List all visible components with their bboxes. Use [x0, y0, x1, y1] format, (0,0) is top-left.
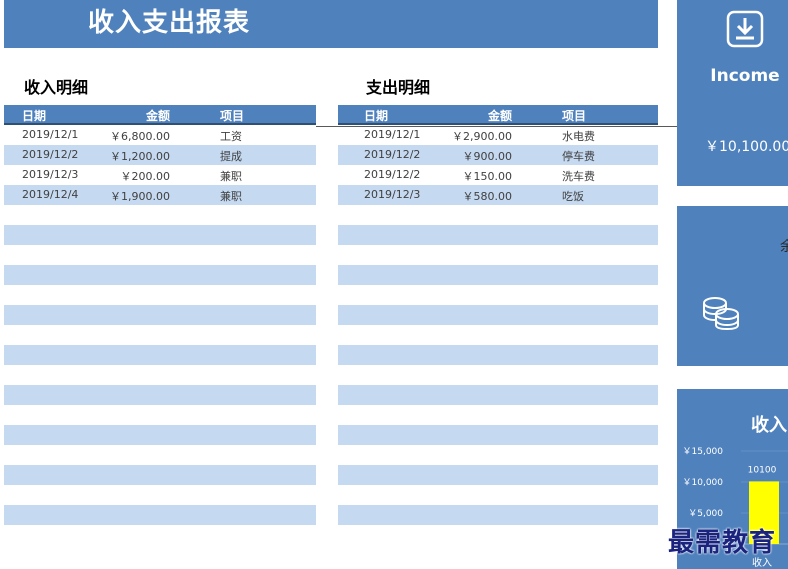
income-table-header: 日期 金额 项目	[4, 105, 316, 125]
expense-table: 日期 金额 项目 2019/12/1 ￥2,900.00 水电费 2019/12/2 ￥…	[338, 105, 658, 545]
table-row[interactable]	[4, 285, 316, 305]
cell-amount: ￥900.00	[462, 150, 513, 163]
table-row[interactable]	[338, 245, 658, 265]
y-tick-label: ￥10,000	[683, 478, 724, 488]
table-row[interactable]: 2019/12/3 ￥580.00 吃饭	[338, 185, 658, 205]
table-row[interactable]	[4, 245, 316, 265]
watermark-text: 最需教育	[668, 528, 777, 558]
cell-date: 2019/12/4	[22, 188, 79, 201]
cell-date: 2019/12/3	[364, 188, 421, 201]
table-row[interactable]	[338, 445, 658, 465]
table-row[interactable]: 2019/12/2 ￥1,200.00 提成	[4, 145, 316, 165]
table-row[interactable]	[4, 505, 316, 525]
column-header-date[interactable]: 日期	[364, 107, 388, 124]
column-header-item[interactable]: 项目	[562, 107, 586, 124]
column-header-amount[interactable]: 金额	[84, 107, 170, 124]
expense-table-body: 2019/12/1 ￥2,900.00 水电费 2019/12/2 ￥900.00 停车费…	[338, 125, 658, 545]
coins-icon	[703, 297, 739, 330]
table-row[interactable]	[4, 265, 316, 285]
cell-item: 水电费	[562, 130, 595, 143]
cell-item: 洗车费	[562, 170, 595, 183]
income-card-value: ￥10,100.00	[705, 139, 788, 155]
table-row[interactable]	[338, 305, 658, 325]
cell-item: 停车费	[562, 150, 595, 163]
table-row[interactable]	[338, 365, 658, 385]
table-row[interactable]	[338, 345, 658, 365]
income-table-body: 2019/12/1 ￥6,800.00 工资 2019/12/2 ￥1,200.00 提成…	[4, 125, 316, 545]
column-header-date[interactable]: 日期	[22, 107, 46, 124]
expense-section-title: 支出明细	[366, 78, 431, 97]
table-row[interactable]	[338, 465, 658, 485]
table-row[interactable]	[338, 265, 658, 285]
cell-item: 工资	[220, 130, 242, 143]
report-title-bar: 收入支出报表	[4, 0, 658, 48]
table-row[interactable]: 2019/12/2 ￥150.00 洗车费	[338, 165, 658, 185]
cell-date: 2019/12/2	[364, 148, 421, 161]
table-row[interactable]	[4, 225, 316, 245]
income-summary-card[interactable]: Income ￥10,100.00	[677, 0, 788, 186]
cell-amount: ￥1,200.00	[110, 150, 170, 163]
table-row[interactable]	[338, 205, 658, 225]
cell-item: 兼职	[220, 170, 242, 183]
expense-table-header: 日期 金额 项目	[338, 105, 658, 125]
table-row[interactable]	[4, 485, 316, 505]
cell-item: 提成	[220, 150, 242, 163]
table-row[interactable]	[338, 325, 658, 345]
y-tick-label: ￥5,000	[688, 509, 723, 519]
table-row[interactable]: 2019/12/3 ￥200.00 兼职	[4, 165, 316, 185]
table-row[interactable]	[338, 285, 658, 305]
column-header-item[interactable]: 项目	[220, 107, 244, 124]
table-row[interactable]	[338, 525, 658, 545]
cell-amount: ￥200.00	[120, 170, 171, 183]
table-row[interactable]	[4, 405, 316, 425]
table-row[interactable]	[4, 205, 316, 225]
income-table: 日期 金额 项目 2019/12/1 ￥6,800.00 工资 2019/12/2 ￥1…	[4, 105, 316, 545]
table-row[interactable]	[4, 365, 316, 385]
y-tick-label: ￥15,000	[683, 447, 724, 457]
download-icon	[726, 10, 764, 48]
chart-data-label: 10100	[748, 465, 777, 475]
column-header-amount[interactable]: 金额	[426, 107, 512, 124]
cell-date: 2019/12/1	[22, 128, 79, 141]
cell-amount: ￥150.00	[462, 170, 513, 183]
table-row[interactable]	[4, 345, 316, 365]
table-row[interactable]	[338, 225, 658, 245]
report-title: 收入支出报表	[88, 8, 251, 38]
cell-date: 2019/12/1	[364, 128, 421, 141]
table-row[interactable]	[338, 425, 658, 445]
table-row[interactable]	[4, 305, 316, 325]
table-row[interactable]	[338, 385, 658, 405]
cell-amount: ￥2,900.00	[452, 130, 512, 143]
table-row[interactable]	[338, 485, 658, 505]
table-row[interactable]: 2019/12/4 ￥1,900.00 兼职	[4, 185, 316, 205]
table-row[interactable]	[4, 325, 316, 345]
cell-amount: ￥580.00	[462, 190, 513, 203]
income-section-title: 收入明细	[24, 78, 89, 97]
table-row[interactable]	[4, 465, 316, 485]
cell-date: 2019/12/2	[364, 168, 421, 181]
cell-date: 2019/12/2	[22, 148, 79, 161]
cell-amount: ￥1,900.00	[110, 190, 170, 203]
table-row[interactable]	[4, 385, 316, 405]
cell-date: 2019/12/3	[22, 168, 79, 181]
cell-item: 吃饭	[562, 190, 584, 203]
table-row[interactable]	[4, 525, 316, 545]
balance-summary-card[interactable]: 余	[677, 206, 788, 366]
table-row[interactable]	[338, 405, 658, 425]
table-row[interactable]	[338, 505, 658, 525]
table-row[interactable]: 2019/12/2 ￥900.00 停车费	[338, 145, 658, 165]
balance-card-label: 余	[780, 239, 788, 255]
table-row[interactable]: 2019/12/1 ￥2,900.00 水电费	[338, 125, 658, 145]
table-row[interactable]	[4, 445, 316, 465]
cell-amount: ￥6,800.00	[110, 130, 170, 143]
table-row[interactable]	[4, 425, 316, 445]
income-card-label: Income	[710, 66, 780, 86]
cell-item: 兼职	[220, 190, 242, 203]
table-row[interactable]: 2019/12/1 ￥6,800.00 工资	[4, 125, 316, 145]
